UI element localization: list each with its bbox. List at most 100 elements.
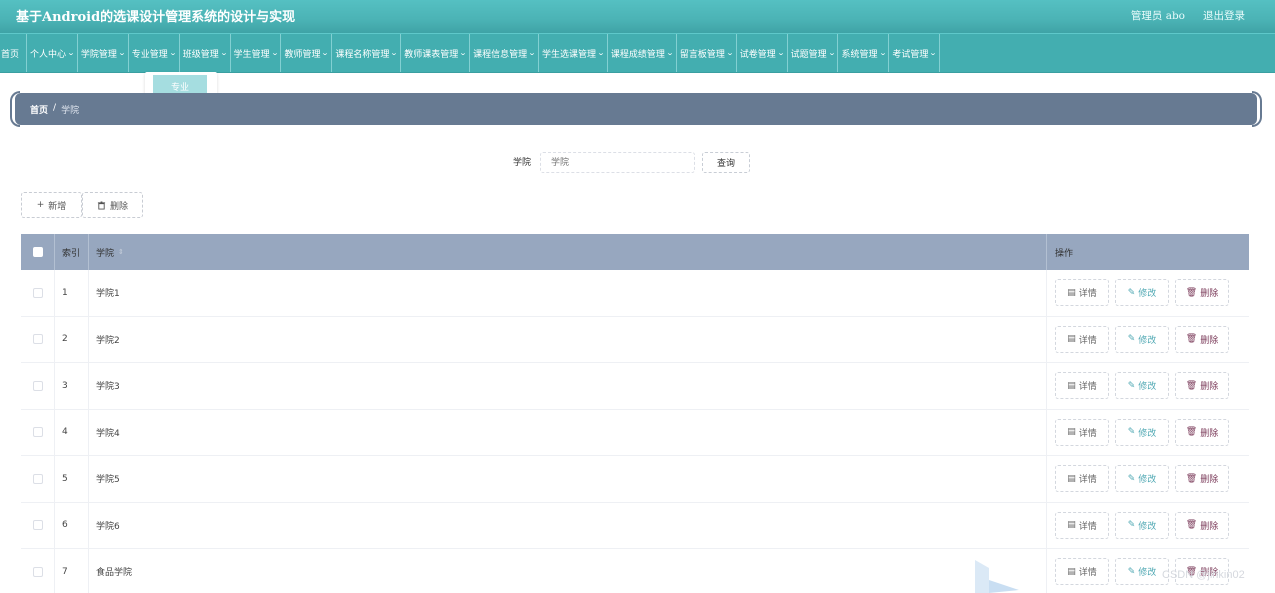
table-row: 7 食品学院 ▤ 详情 ✎ 修改 🗑︎ 删除 xyxy=(21,549,1249,593)
nav-item[interactable]: 学生管理 ⌄ xyxy=(231,34,282,72)
edit-button[interactable]: ✎ 修改 xyxy=(1115,372,1169,400)
nav-item[interactable]: 学生选课管理 ⌄ xyxy=(539,34,608,72)
nav-item[interactable]: 课程信息管理 ⌄ xyxy=(470,34,540,72)
nav-item-label: 留言板管理 xyxy=(679,49,725,60)
main-nav: 首页 个人中心 ⌄ 学院管理 ⌄ 专业管理 ⌄ 班级管理 ⌄ 学生管理 ⌄ 教师管理 ⌄ 课程名称管理 ⌄ 教… xyxy=(0,33,1275,73)
row-checkbox[interactable] xyxy=(32,520,43,531)
chevron-down-icon: ⌄ xyxy=(219,49,228,57)
edit-button[interactable]: ✎ 修改 xyxy=(1115,279,1169,307)
detail-button[interactable]: ▤ 详情 xyxy=(1055,325,1109,353)
edit-button[interactable]: ✎ 修改 xyxy=(1115,511,1169,539)
remove-label: 删除 xyxy=(1200,428,1219,439)
top-header: 基于Android的选课设计管理系统的设计与实现 管理员 abo 退出登录 xyxy=(0,0,1275,33)
nav-item[interactable]: 学院管理 ⌄ xyxy=(78,34,129,72)
breadcrumb-bar xyxy=(15,93,1257,125)
detail-button[interactable]: ▤ 详情 xyxy=(1055,511,1109,539)
edit-button[interactable]: ✎ 修改 xyxy=(1115,418,1169,446)
table-row: 1 学院1 ▤ 详情 ✎ 修改 🗑︎ 删除 xyxy=(21,270,1249,317)
nav-item[interactable]: 教师课表管理 ⌄ xyxy=(401,34,471,72)
row-actions: ▤ 详情 ✎ 修改 🗑︎ 删除 xyxy=(1047,317,1249,363)
row-checkbox[interactable] xyxy=(32,566,43,577)
nav-item-label: 系统管理 xyxy=(841,49,878,60)
nav-item[interactable]: 教师管理 ⌄ xyxy=(281,34,333,72)
edit-label: 修改 xyxy=(1138,335,1157,346)
nav-item[interactable]: 个人中心 ⌄ xyxy=(27,34,78,72)
detail-button[interactable]: ▤ 详情 xyxy=(1055,465,1109,493)
watermark: CSDN @jinkin02 xyxy=(1162,569,1245,581)
row-delete-button[interactable]: 🗑︎ 删除 xyxy=(1175,511,1229,539)
document-icon: ▤ xyxy=(1067,566,1076,577)
search-button[interactable]: 查询 xyxy=(702,152,750,173)
row-checkbox-cell xyxy=(21,502,55,548)
breadcrumb-current: 学院 xyxy=(61,106,80,116)
pencil-icon: ✎ xyxy=(1127,380,1136,391)
nav-item-label: 教师管理 xyxy=(284,49,321,60)
breadcrumb-path: 首页 / 学院 xyxy=(30,103,79,116)
detail-button[interactable]: ▤ 详情 xyxy=(1055,372,1109,400)
chevron-down-icon: ⌄ xyxy=(66,49,76,57)
nav-item[interactable]: 首页 xyxy=(0,34,28,72)
row-checkbox[interactable] xyxy=(32,287,43,298)
detail-button[interactable]: ▤ 详情 xyxy=(1055,279,1109,307)
nav-item[interactable]: 课程成绩管理 ⌄ xyxy=(608,34,677,72)
row-name: 学院2 xyxy=(89,316,1047,362)
edit-button[interactable]: ✎ 修改 xyxy=(1115,465,1169,493)
sort-icon[interactable]: ⇕ xyxy=(118,248,124,256)
row-delete-button[interactable]: 🗑︎ 删除 xyxy=(1175,279,1229,307)
select-all-checkbox[interactable] xyxy=(32,247,43,257)
edit-button[interactable]: ✎ 修改 xyxy=(1115,325,1169,353)
chevron-down-icon: ⌄ xyxy=(459,49,468,57)
row-index: 6 xyxy=(55,502,89,548)
trash-icon: 🗑︎ xyxy=(1185,520,1198,531)
nav-item[interactable]: 专业管理 ⌄ xyxy=(129,34,180,72)
edit-label: 修改 xyxy=(1138,289,1157,300)
row-delete-button[interactable]: 🗑︎ 删除 xyxy=(1175,465,1229,493)
remove-label: 删除 xyxy=(1200,289,1219,300)
remove-label: 删除 xyxy=(1200,475,1219,486)
nav-item[interactable]: 课程名称管理 ⌄ xyxy=(332,34,402,72)
nav-item-label: 考试管理 xyxy=(892,49,929,60)
row-checkbox[interactable] xyxy=(32,473,43,484)
pencil-icon: ✎ xyxy=(1127,473,1136,484)
row-name: 食品学院 xyxy=(89,549,1047,593)
pencil-icon: ✎ xyxy=(1127,334,1136,345)
row-delete-button[interactable]: 🗑︎ 删除 xyxy=(1175,372,1229,400)
edit-label: 修改 xyxy=(1138,568,1157,579)
nav-item[interactable]: 考试管理 ⌄ xyxy=(889,34,941,72)
chevron-down-icon: ⌄ xyxy=(725,49,734,57)
row-delete-button[interactable]: 🗑︎ 删除 xyxy=(1175,325,1229,353)
pencil-icon: ✎ xyxy=(1127,566,1136,577)
watermark-logo-icon xyxy=(975,560,1019,593)
row-actions: ▤ 详情 ✎ 修改 🗑︎ 删除 xyxy=(1047,363,1249,409)
detail-button[interactable]: ▤ 详情 xyxy=(1055,418,1109,446)
nav-item[interactable]: 试卷管理 ⌄ xyxy=(737,34,788,72)
search-input[interactable] xyxy=(540,152,695,173)
chevron-down-icon: ⌄ xyxy=(168,49,177,57)
chevron-down-icon: ⌄ xyxy=(596,49,606,57)
chevron-down-icon: ⌄ xyxy=(321,49,330,57)
nav-item-label: 个人中心 xyxy=(30,49,67,60)
header-name-cell[interactable]: 学院 ⇕ xyxy=(89,234,1047,270)
delete-button[interactable]: 删除 xyxy=(82,192,143,218)
row-checkbox-cell xyxy=(21,316,55,362)
row-checkbox[interactable] xyxy=(32,380,43,391)
row-checkbox-cell xyxy=(21,549,55,593)
document-icon: ▤ xyxy=(1067,334,1076,345)
row-checkbox[interactable] xyxy=(32,334,43,345)
row-delete-button[interactable]: 🗑︎ 删除 xyxy=(1175,418,1229,446)
app-title: 基于Android的选课设计管理系统的设计与实现 xyxy=(16,10,296,25)
logout-link[interactable]: 退出登录 xyxy=(1203,8,1245,23)
detail-button[interactable]: ▤ 详情 xyxy=(1055,558,1109,586)
remove-label: 删除 xyxy=(1200,521,1219,532)
chevron-down-icon: ⌄ xyxy=(270,49,279,57)
nav-item[interactable]: 系统管理 ⌄ xyxy=(838,34,890,72)
add-button[interactable]: + 新增 xyxy=(21,192,82,218)
edit-button[interactable]: ✎ 修改 xyxy=(1115,558,1169,586)
breadcrumb-home[interactable]: 首页 xyxy=(30,103,48,116)
nav-item[interactable]: 留言板管理 ⌄ xyxy=(677,34,737,72)
row-checkbox[interactable] xyxy=(32,427,43,438)
row-index: 2 xyxy=(55,316,89,362)
nav-item[interactable]: 班级管理 ⌄ xyxy=(180,34,231,72)
nav-item[interactable]: 试题管理 ⌄ xyxy=(788,34,839,72)
pencil-icon: ✎ xyxy=(1127,427,1136,438)
